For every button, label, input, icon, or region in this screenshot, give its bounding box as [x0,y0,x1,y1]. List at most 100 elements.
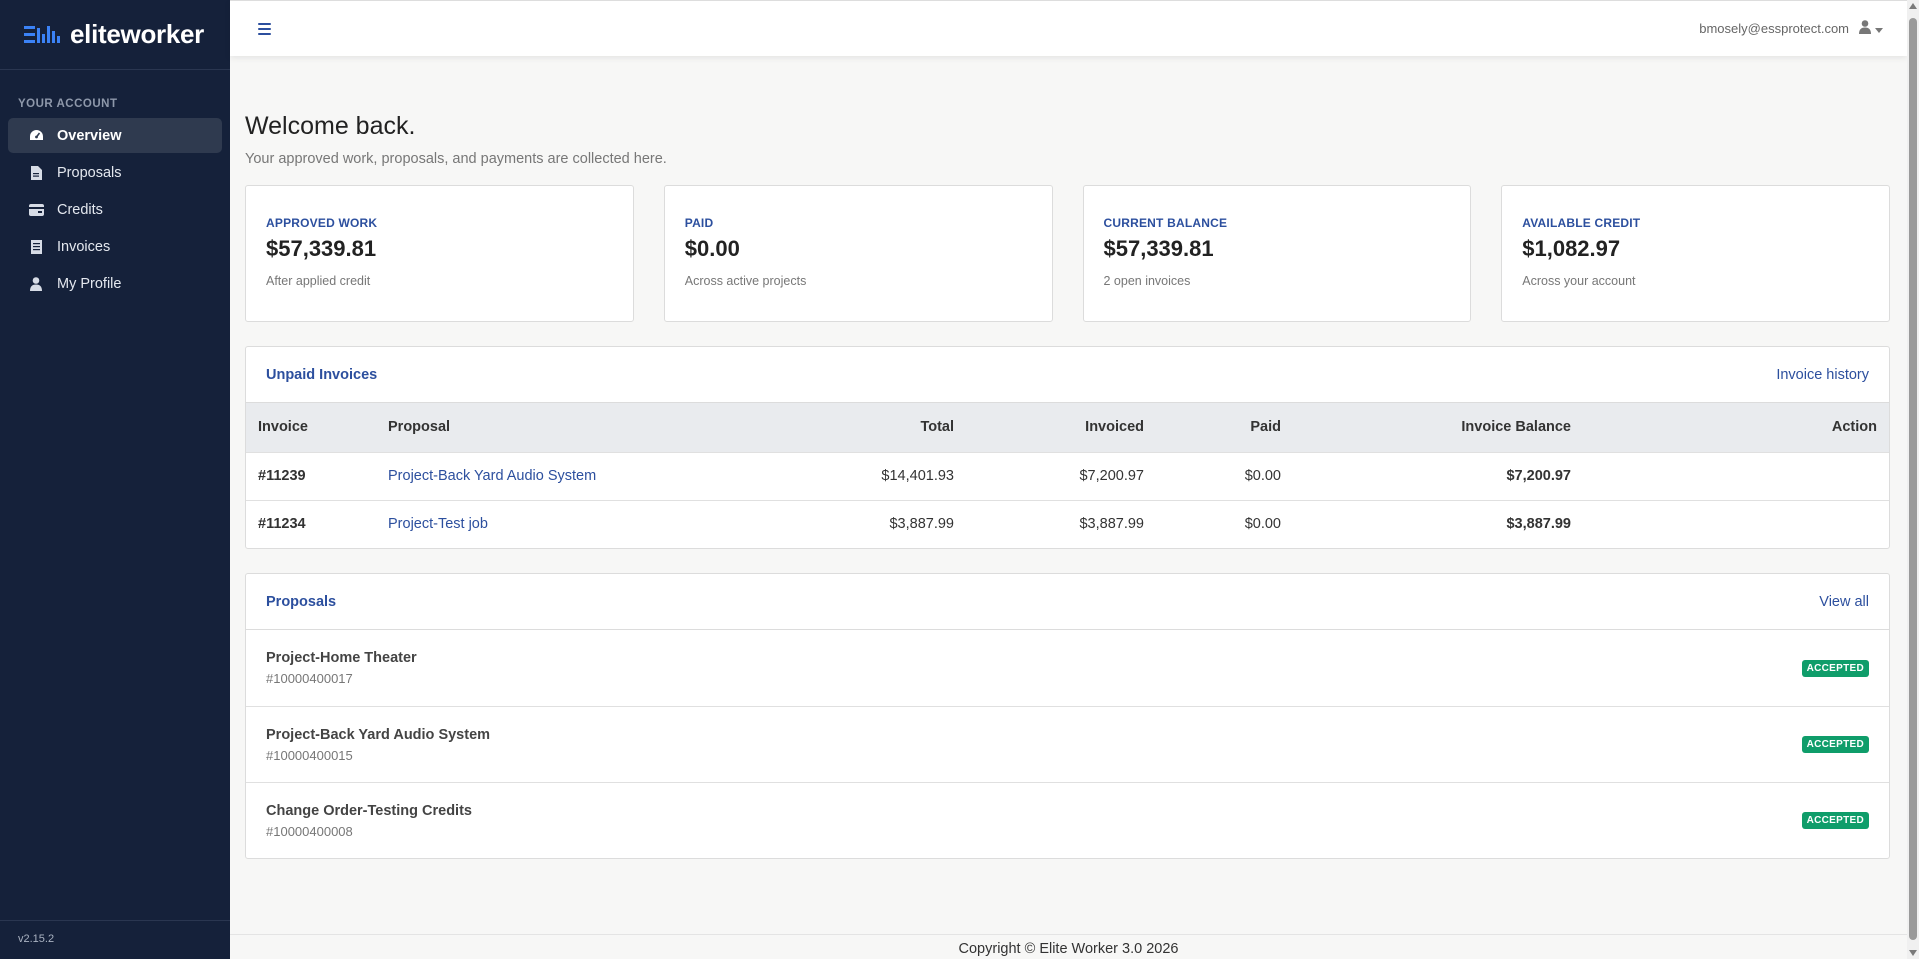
stat-label: PAID [684,216,714,230]
sidebar-item-label: Invoices [57,238,111,255]
list-item[interactable]: Project-Home Theater #10000400017 ACCEPT… [246,630,1889,706]
sidebar-item-label: Credits [57,201,103,218]
stat-card-current-balance: CURRENT BALANCE $57,339.81 2 open invoic… [1082,185,1472,322]
sidebar-item-credits[interactable]: Credits [8,192,222,227]
card-title: Unpaid Invoices [266,366,378,383]
wallet-icon [27,201,45,219]
page-title: Welcome back. [245,112,416,140]
stat-subtext: Across your account [1522,274,1636,288]
paid-cell: $0.00 [1244,468,1281,484]
page-subtitle: Your approved work, proposals, and payme… [245,151,667,167]
user-menu-button[interactable] [1859,20,1883,37]
receipt-icon [27,238,45,256]
scroll-up-arrow-icon[interactable] [1909,3,1917,9]
menu-toggle-icon[interactable] [258,22,271,35]
stat-subtext: After applied credit [266,274,371,288]
unpaid-invoices-card: Unpaid Invoices Invoice history Invoice … [245,346,1890,549]
invoiced-cell: $7,200.97 [1079,468,1144,484]
invoiced-cell: $3,887.99 [1079,516,1144,533]
column-header: Paid [1250,419,1281,436]
view-all-link[interactable]: View all [1819,594,1869,610]
proposal-name: Project-Home Theater [266,650,417,666]
vertical-scrollbar[interactable] [1907,0,1919,959]
stat-subtext: Across active projects [684,274,807,288]
paid-cell: $0.00 [1244,516,1281,533]
proposal-cell: Project-Test job [376,500,776,548]
invoice-history-link[interactable]: Invoice history [1776,367,1869,383]
status-badge: ACCEPTED [1801,812,1869,829]
proposal-name: Change Order-Testing Credits [266,802,472,819]
sidebar-divider [0,920,230,921]
proposal-number: #10000400017 [266,671,353,686]
stat-card-approved-work: APPROVED WORK $57,339.81 After applied c… [245,185,634,322]
stat-label: APPROVED WORK [266,216,378,230]
user-avatar-icon [1859,20,1871,37]
stat-label: AVAILABLE CREDIT [1522,216,1641,230]
card-header: Unpaid Invoices Invoice history [246,347,1889,403]
proposal-number: #10000400015 [266,747,353,763]
sidebar-item-invoices[interactable]: Invoices [8,229,222,264]
total-cell: $14,401.93 [881,468,954,484]
table-row: #11234 Project-Test job $3,887.99 $3,887… [246,500,1889,548]
proposal-cell: Project-Back Yard Audio System [376,452,776,500]
app-version: v2.15.2 [18,933,55,945]
brand-logo-icon [24,24,64,46]
proposals-card: Proposals View all Project-Home Theater … [245,573,1890,859]
sidebar-item-label: My Profile [57,275,122,292]
scroll-down-arrow-icon[interactable] [1909,950,1917,956]
proposal-name: Project-Back Yard Audio System [266,726,491,743]
scrollbar-thumb[interactable] [1909,18,1917,940]
proposal-link[interactable]: Project-Test job [388,516,488,532]
column-header: Action [1831,419,1877,436]
stat-card-paid: PAID $0.00 Across active projects [663,185,1053,322]
stat-value: $57,339.81 [266,236,377,261]
stat-label: CURRENT BALANCE [1103,216,1228,230]
sidebar: eliteworker YOUR ACCOUNT Overview Propos… [0,0,230,959]
brand[interactable]: eliteworker [0,0,230,70]
invoice-number: #11234 [258,516,306,533]
stat-value: $57,339.81 [1103,236,1214,261]
sidebar-item-label: Proposals [57,164,122,181]
brand-name: eliteworker [70,19,204,49]
document-icon [27,164,45,182]
caret-down-icon [1875,21,1883,36]
proposal-link[interactable]: Project-Back Yard Audio System [388,468,596,484]
unpaid-invoices-table: Invoice Proposal Total Invoiced Paid Inv… [246,403,1889,548]
status-badge: ACCEPTED [1801,659,1869,677]
table-row: #11239 Project-Back Yard Audio System $1… [246,452,1889,500]
column-header: Total [920,419,954,436]
footer: Copyright © Elite Worker 3.0 2026 [230,934,1907,959]
total-cell: $3,887.99 [889,516,954,533]
action-cell [1583,500,1889,548]
stat-card-available-credit: AVAILABLE CREDIT $1,082.97 Across your a… [1501,185,1890,322]
sidebar-item-proposals[interactable]: Proposals [8,155,222,190]
list-item[interactable]: Project-Back Yard Audio System #10000400… [246,706,1889,782]
sidebar-section-label: YOUR ACCOUNT [18,98,118,110]
user-email: bmosely@essprotect.com [1699,21,1849,36]
card-title: Proposals [266,593,337,610]
sidebar-nav: Overview Proposals Credits Invoices My P… [0,118,230,301]
column-header: Invoice [258,419,308,436]
proposal-number: #10000400008 [266,823,353,839]
list-item[interactable]: Change Order-Testing Credits #1000040000… [246,782,1889,858]
main-content: Welcome back. Your approved work, propos… [245,56,1890,859]
invoice-number: #11239 [258,468,306,484]
balance-cell: $7,200.97 [1506,468,1571,484]
topbar: bmosely@essprotect.com [230,0,1907,56]
sidebar-item-my-profile[interactable]: My Profile [8,266,222,301]
gauge-icon [27,127,45,145]
status-badge: ACCEPTED [1801,736,1869,753]
action-cell [1583,452,1889,500]
proposals-list: Project-Home Theater #10000400017 ACCEPT… [246,630,1889,858]
column-header: Invoice Balance [1461,419,1571,436]
user-icon [27,275,45,293]
stat-value: $1,082.97 [1522,236,1621,261]
column-header: Invoiced [1085,419,1144,436]
stats-row: APPROVED WORK $57,339.81 After applied c… [245,185,1890,322]
balance-cell: $3,887.99 [1506,516,1571,533]
stat-value: $0.00 [684,236,740,261]
user-area: bmosely@essprotect.com [1699,20,1883,37]
column-header: Proposal [388,419,451,436]
sidebar-item-overview[interactable]: Overview [8,118,222,153]
sidebar-item-label: Overview [57,127,122,144]
